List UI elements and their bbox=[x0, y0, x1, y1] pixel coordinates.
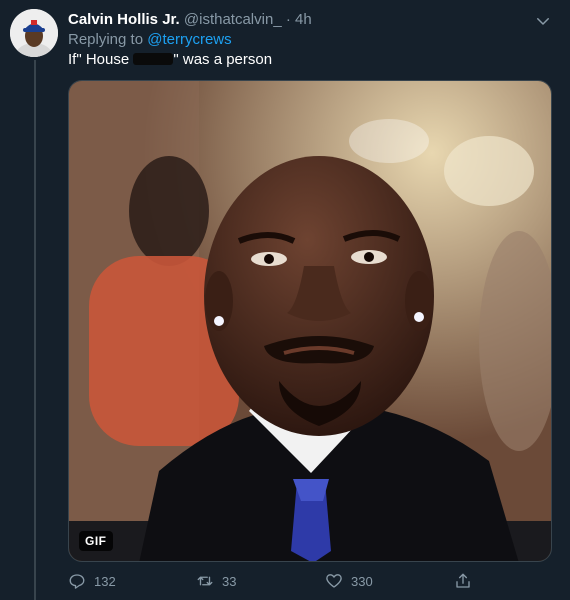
tweet-card[interactable]: Calvin Hollis Jr. @isthatcalvin_ · 4h Re… bbox=[0, 0, 570, 600]
separator-dot: · bbox=[285, 11, 291, 28]
tweet-header: Calvin Hollis Jr. @isthatcalvin_ · 4h bbox=[68, 10, 530, 30]
like-count: 330 bbox=[351, 573, 373, 589]
author-name[interactable]: Calvin Hollis Jr. bbox=[68, 11, 180, 28]
tweet-actions: 132 33 330 bbox=[68, 570, 488, 592]
tweet-text: If" House " was a person bbox=[68, 50, 272, 70]
retweet-count: 33 bbox=[222, 573, 237, 589]
share-button[interactable] bbox=[454, 570, 480, 592]
author-handle[interactable]: @isthatcalvin_ bbox=[184, 11, 282, 28]
gif-frame bbox=[69, 81, 551, 561]
tweet-text-end: was a person bbox=[178, 51, 273, 68]
reply-icon bbox=[69, 574, 85, 589]
replying-to-line: Replying to @terrycrews bbox=[68, 30, 232, 50]
share-icon bbox=[456, 573, 470, 588]
chevron-down-icon[interactable] bbox=[534, 12, 552, 30]
tweet-media-gif[interactable]: GIF bbox=[68, 80, 552, 562]
reply-count: 132 bbox=[94, 573, 116, 589]
reply-button[interactable]: 132 bbox=[68, 570, 116, 592]
heart-icon bbox=[326, 574, 342, 588]
avatar-image bbox=[10, 9, 58, 57]
like-button[interactable]: 330 bbox=[325, 570, 373, 592]
tweet-text-start: If" House bbox=[68, 51, 134, 68]
replying-prefix: Replying to bbox=[68, 31, 144, 48]
retweet-button[interactable]: 33 bbox=[196, 570, 236, 592]
censor-bar bbox=[133, 53, 174, 65]
replying-to-link[interactable]: @terrycrews bbox=[147, 31, 231, 48]
avatar[interactable] bbox=[10, 9, 58, 57]
retweet-icon bbox=[197, 576, 213, 586]
gif-badge: GIF bbox=[79, 531, 113, 551]
thread-line bbox=[34, 60, 36, 600]
tweet-time[interactable]: 4h bbox=[295, 11, 312, 28]
